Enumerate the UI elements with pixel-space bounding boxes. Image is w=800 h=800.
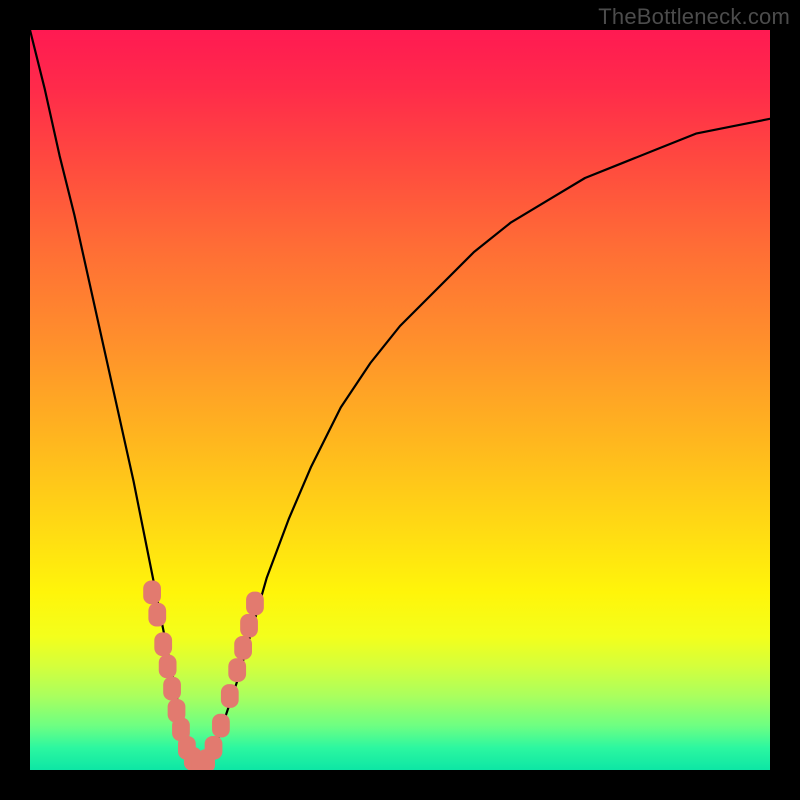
plot-area [30,30,770,770]
data-marker [228,658,246,682]
chart-svg [30,30,770,770]
bottleneck-curve [30,30,770,763]
watermark-text: TheBottleneck.com [598,4,790,30]
data-marker [234,636,252,660]
data-marker [143,581,161,605]
data-marker [212,714,230,738]
data-marker [154,632,172,656]
marker-layer [143,581,264,770]
data-marker [159,655,177,679]
data-marker [148,603,166,627]
data-marker [205,736,223,760]
curve-layer [30,30,770,763]
data-marker [221,684,239,708]
outer-frame: TheBottleneck.com [0,0,800,800]
data-marker [240,614,258,638]
data-marker [246,592,264,616]
data-marker [163,677,181,701]
